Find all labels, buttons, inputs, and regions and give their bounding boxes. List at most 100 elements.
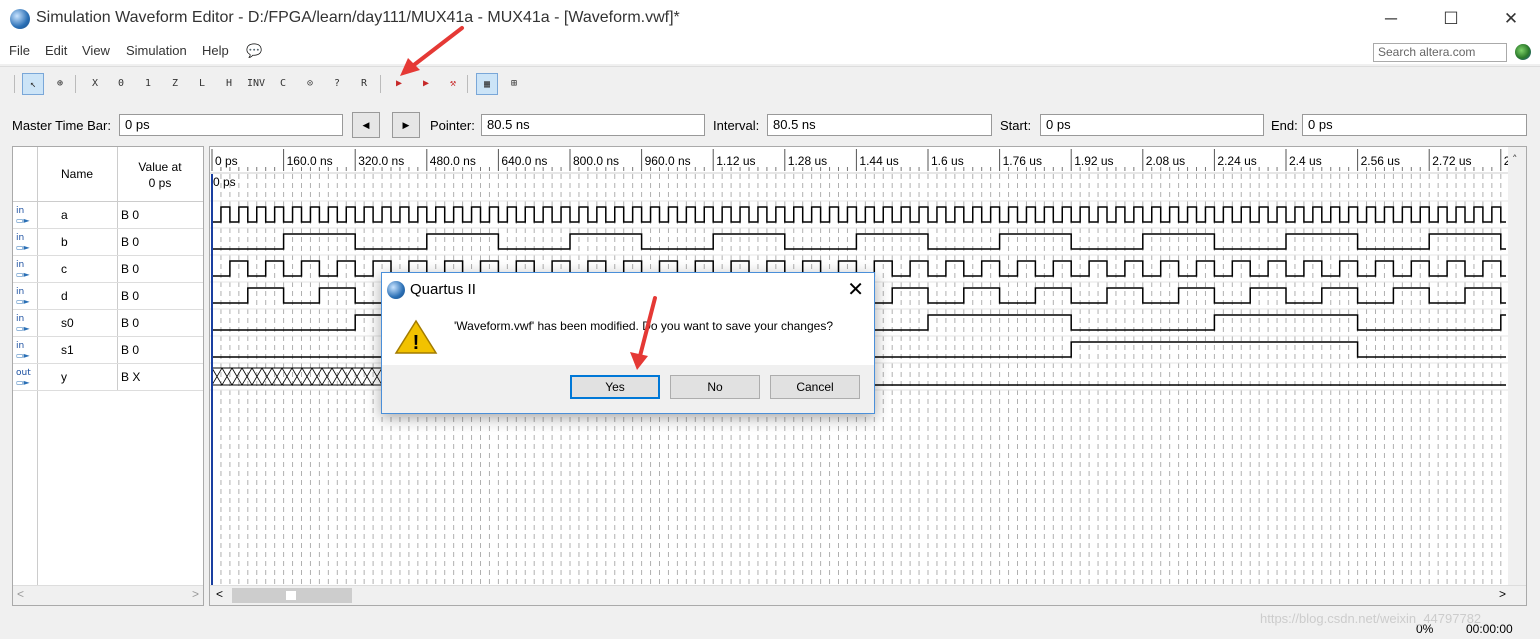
minimize-button[interactable]: ─ — [1368, 0, 1414, 38]
signal-row[interactable]: in ▭► d B 0 — [13, 282, 203, 310]
snap-to-grid-icon[interactable]: ▦ — [476, 73, 498, 95]
scroll-right-icon[interactable]: > — [1499, 587, 1506, 601]
signal-value: B 0 — [121, 262, 140, 276]
ruler-tick-label: 2.24 us — [1217, 154, 1256, 168]
signal-row[interactable]: in ▭► s0 B 0 — [13, 309, 203, 337]
master-time-bar-field[interactable]: 0 ps — [119, 114, 343, 136]
random-value-icon[interactable]: R — [353, 73, 375, 95]
run-timing-simulation-icon[interactable]: ▶ — [415, 73, 437, 95]
prev-transition-button[interactable]: ◀ — [352, 112, 380, 138]
interval-label: Interval: — [713, 118, 760, 133]
input-pin-icon: in ▭► — [16, 233, 36, 253]
waveform-b — [212, 233, 1506, 250]
pin-direction-label: in — [16, 287, 25, 297]
ruler-tick-label: 2.72 us — [1432, 154, 1471, 168]
input-pin-icon: in ▭► — [16, 287, 36, 307]
signal-name: s0 — [61, 316, 74, 330]
signal-row[interactable]: out ▭► y B X — [13, 363, 203, 391]
signal-name: y — [61, 370, 67, 384]
signal-row[interactable]: in ▭► c B 0 — [13, 255, 203, 283]
menu-file[interactable]: File — [9, 43, 30, 58]
input-pin-icon: in ▭► — [16, 342, 36, 361]
signal-row[interactable]: in ▭► b B 0 — [13, 228, 203, 256]
ruler-tick-label: 2.56 us — [1361, 154, 1400, 168]
toolbar-separator — [380, 75, 381, 93]
signal-value: B 0 — [121, 208, 140, 222]
signal-name: b — [61, 235, 68, 249]
value-column-header[interactable]: Value at 0 ps — [117, 159, 203, 191]
cancel-button[interactable]: Cancel — [770, 375, 860, 399]
zoom-icon[interactable]: ⊕ — [49, 73, 71, 95]
dialog-close-button[interactable]: ✕ — [847, 277, 864, 302]
input-pin-icon: in ▭► — [16, 207, 36, 226]
dialog-title: Quartus II — [410, 281, 476, 298]
force-high-icon[interactable]: 1 — [137, 73, 159, 95]
arbitrary-value-icon[interactable]: ? — [326, 73, 348, 95]
yes-button[interactable]: Yes — [570, 375, 660, 399]
menu-help[interactable]: Help — [202, 43, 229, 58]
weak-low-icon[interactable]: L — [191, 73, 213, 95]
force-low-icon[interactable]: 0 — [110, 73, 132, 95]
scroll-left-icon[interactable]: < — [17, 587, 24, 601]
save-changes-dialog: Quartus II ✕ ! 'Waveform.vwf' has been m… — [381, 272, 875, 414]
pin-arrow-glyph: ▭► — [16, 243, 30, 252]
output-pin-icon: out ▭► — [16, 368, 36, 388]
chat-icon[interactable]: 💬 — [246, 43, 262, 59]
signal-row[interactable]: in ▭► a B 0 — [13, 201, 203, 229]
signal-value: B X — [121, 370, 141, 384]
ruler-tick-label: 160.0 ns — [287, 154, 333, 168]
pin-arrow-glyph: ▭► — [16, 324, 30, 333]
menu-bar: File Edit View Simulation Help 💬 — [0, 38, 1540, 64]
signal-row[interactable]: in ▭► s1 B 0 — [13, 336, 203, 364]
snap-to-transitions-icon[interactable]: ⊞ — [503, 73, 525, 95]
end-label: End: — [1271, 118, 1298, 133]
ruler-tick-label: 2.4 us — [1289, 154, 1322, 168]
globe-icon[interactable] — [1515, 44, 1531, 60]
start-field[interactable]: 0 ps — [1040, 114, 1264, 136]
scroll-right-icon[interactable]: > — [192, 587, 199, 601]
signal-table-header: Name Value at 0 ps — [13, 147, 203, 202]
ruler-tick-label: 1.92 us — [1074, 154, 1113, 168]
run-functional-simulation-icon[interactable]: ▶ — [388, 73, 410, 95]
next-transition-button[interactable]: ▶ — [392, 112, 420, 138]
signal-value: B 0 — [121, 316, 140, 330]
pointer-field[interactable]: 80.5 ns — [481, 114, 705, 136]
pin-direction-label: out — [16, 368, 31, 378]
maximize-button[interactable]: ☐ — [1428, 0, 1474, 38]
interval-field[interactable]: 80.5 ns — [767, 114, 992, 136]
weak-high-icon[interactable]: H — [218, 73, 240, 95]
dialog-button-bar: Yes No Cancel — [382, 365, 874, 413]
menu-edit[interactable]: Edit — [45, 43, 67, 58]
waveform-horizontal-scrollbar[interactable]: < > — [210, 585, 1526, 605]
ruler-tick-label: 320.0 ns — [358, 154, 404, 168]
ruler-tick-label: 1.76 us — [1003, 154, 1042, 168]
close-button[interactable]: ✕ — [1488, 0, 1534, 38]
pointer-icon[interactable]: ↖ — [22, 73, 44, 95]
ruler-tick-label: 1.28 us — [788, 154, 827, 168]
signal-value: B 0 — [121, 235, 140, 249]
generate-netlist-icon[interactable]: ⚒ — [442, 73, 464, 95]
name-column-header[interactable]: Name — [61, 167, 93, 181]
scroll-thumb[interactable] — [232, 588, 352, 603]
names-horizontal-scrollbar[interactable]: < > — [13, 585, 203, 605]
menu-simulation[interactable]: Simulation — [126, 43, 187, 58]
force-high-impedance-icon[interactable]: Z — [164, 73, 186, 95]
ruler-tick-label: 640.0 ns — [501, 154, 547, 168]
start-label: Start: — [1000, 118, 1032, 133]
title-bar: Simulation Waveform Editor - D:/FPGA/lea… — [0, 0, 1540, 38]
pin-direction-label: in — [16, 233, 25, 243]
count-value-icon[interactable]: C — [272, 73, 294, 95]
clock-value-icon[interactable]: ⊙ — [299, 73, 321, 95]
no-button[interactable]: No — [670, 375, 760, 399]
signal-name: d — [61, 289, 68, 303]
scroll-left-icon[interactable]: < — [216, 587, 223, 601]
signal-name: a — [61, 208, 68, 222]
pin-arrow-glyph: ▭► — [16, 216, 30, 225]
ruler-tick-label: 800.0 ns — [573, 154, 619, 168]
menu-view[interactable]: View — [82, 43, 110, 58]
invert-icon[interactable]: INV — [245, 73, 267, 95]
pin-arrow-glyph: ▭► — [16, 378, 30, 387]
end-field[interactable]: 0 ps — [1302, 114, 1527, 136]
search-input[interactable]: Search altera.com — [1373, 43, 1507, 62]
force-unknown-icon[interactable]: X — [84, 73, 106, 95]
